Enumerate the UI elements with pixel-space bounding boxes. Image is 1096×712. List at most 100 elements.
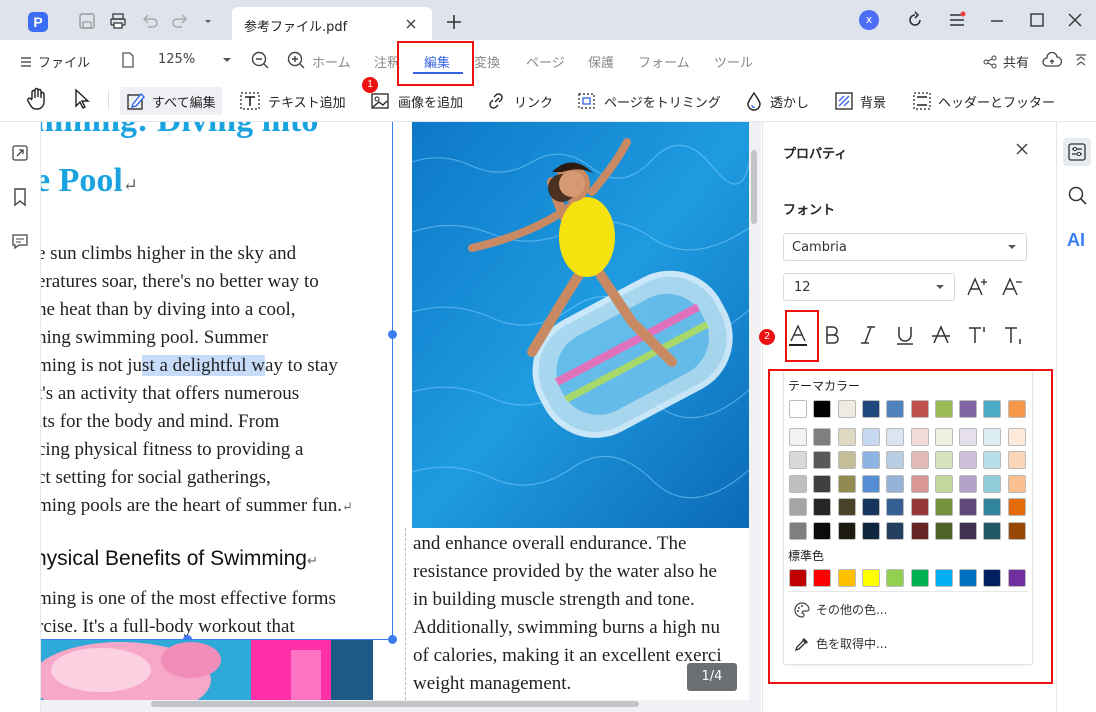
minimize-icon[interactable]: [988, 11, 1006, 29]
zoom-in-icon[interactable]: [287, 51, 305, 69]
theme-color-swatch[interactable]: [934, 498, 953, 517]
avatar[interactable]: x: [859, 10, 879, 30]
close-window-icon[interactable]: [1066, 11, 1084, 29]
bookmark-icon[interactable]: [12, 187, 28, 207]
notifications-menu-icon[interactable]: [948, 11, 966, 29]
background-button[interactable]: 背景: [834, 87, 886, 115]
theme-color-swatch[interactable]: [886, 451, 905, 470]
theme-color-swatch[interactable]: [983, 474, 1002, 493]
crop-page-button[interactable]: ページをトリミング: [576, 87, 721, 115]
theme-color-swatch[interactable]: [837, 498, 856, 517]
theme-color-swatch[interactable]: [959, 522, 978, 540]
theme-color-swatch[interactable]: [1007, 498, 1026, 517]
theme-color-swatch[interactable]: [910, 498, 929, 517]
ai-assistant-icon[interactable]: AI: [1067, 230, 1085, 251]
theme-color-swatch[interactable]: [934, 522, 953, 540]
text-box-selection[interactable]: [41, 122, 393, 640]
theme-color-swatch[interactable]: [837, 451, 856, 470]
theme-color-swatch[interactable]: [837, 474, 856, 493]
theme-color-swatch[interactable]: [886, 474, 905, 493]
theme-color-swatch[interactable]: [837, 427, 856, 446]
cloud-upload-icon[interactable]: [1042, 52, 1062, 68]
bold-icon[interactable]: [823, 325, 841, 345]
font-family-select[interactable]: Cambria: [783, 233, 1027, 261]
theme-color-swatch[interactable]: [886, 427, 905, 446]
link-button[interactable]: リンク: [486, 87, 553, 115]
theme-color-swatch[interactable]: [813, 474, 832, 493]
doc-image-pool[interactable]: [412, 122, 749, 528]
standard-color-swatch[interactable]: [789, 569, 807, 587]
superscript-icon[interactable]: [967, 325, 989, 345]
theme-color-swatch[interactable]: [837, 400, 856, 418]
theme-color-swatch[interactable]: [886, 522, 905, 540]
menu-annotate[interactable]: 注釈: [374, 52, 400, 71]
eyedropper-option[interactable]: 色を取得中...: [794, 635, 887, 652]
subscript-icon[interactable]: [1003, 325, 1025, 345]
undo-icon[interactable]: [141, 12, 159, 30]
maximize-icon[interactable]: [1028, 11, 1046, 29]
new-tab-icon[interactable]: [445, 13, 463, 31]
add-text-button[interactable]: テキスト追加: [240, 87, 346, 115]
theme-color-swatch[interactable]: [934, 400, 953, 418]
theme-color-swatch[interactable]: [886, 400, 905, 418]
theme-color-swatch[interactable]: [934, 427, 953, 446]
font-color-icon[interactable]: [787, 324, 809, 346]
file-menu[interactable]: ファイル: [20, 52, 90, 71]
body-line-right[interactable]: resistance provided by the water also he: [413, 561, 717, 583]
body-line-right[interactable]: in building muscle strength and tone.: [413, 589, 695, 611]
theme-color-swatch[interactable]: [861, 474, 880, 493]
menu-home[interactable]: ホーム: [312, 52, 351, 71]
select-tool-icon[interactable]: [72, 88, 92, 110]
standard-color-swatch[interactable]: [861, 569, 880, 587]
theme-color-swatch[interactable]: [910, 451, 929, 470]
standard-color-swatch[interactable]: [910, 569, 929, 587]
search-icon[interactable]: [1068, 186, 1088, 206]
standard-color-swatch[interactable]: [837, 569, 856, 587]
body-line-right[interactable]: weight management.: [413, 673, 571, 695]
vertical-scrollbar-thumb[interactable]: [751, 150, 757, 224]
standard-color-swatch[interactable]: [959, 569, 978, 587]
resize-handle-corner[interactable]: [388, 635, 397, 644]
zoom-out-icon[interactable]: [251, 51, 269, 69]
theme-color-swatch[interactable]: [983, 498, 1002, 517]
theme-color-swatch[interactable]: [959, 427, 978, 446]
theme-color-swatch[interactable]: [910, 427, 929, 446]
theme-color-swatch[interactable]: [934, 451, 953, 470]
menu-edit[interactable]: 編集: [424, 52, 450, 71]
theme-color-swatch[interactable]: [910, 474, 929, 493]
theme-color-swatch[interactable]: [983, 522, 1002, 540]
theme-color-swatch[interactable]: [983, 451, 1002, 470]
theme-color-swatch[interactable]: [789, 427, 807, 446]
add-image-button[interactable]: 画像を追加: [370, 87, 463, 115]
theme-color-swatch[interactable]: [789, 522, 807, 540]
underline-icon[interactable]: [895, 325, 915, 345]
theme-color-swatch[interactable]: [983, 400, 1002, 418]
theme-color-swatch[interactable]: [934, 474, 953, 493]
theme-color-swatch[interactable]: [1007, 451, 1026, 470]
document-tab[interactable]: 参考ファイル.pdf: [232, 7, 432, 40]
theme-color-swatch[interactable]: [1007, 427, 1026, 446]
theme-color-swatch[interactable]: [861, 427, 880, 446]
print-icon[interactable]: [109, 12, 127, 30]
theme-color-swatch[interactable]: [837, 522, 856, 540]
standard-color-swatch[interactable]: [813, 569, 832, 587]
document-viewport[interactable]: mming: Diving into e Pool↵ e sun climbs …: [41, 122, 761, 712]
italic-icon[interactable]: [859, 325, 877, 345]
quick-access-dropdown-icon[interactable]: [202, 12, 220, 30]
theme-color-swatch[interactable]: [789, 498, 807, 517]
theme-color-swatch[interactable]: [813, 498, 832, 517]
increase-font-size-icon[interactable]: [966, 277, 988, 297]
resize-handle-right[interactable]: [388, 330, 397, 339]
theme-color-swatch[interactable]: [813, 427, 832, 446]
menu-tools[interactable]: ツール: [714, 52, 753, 71]
hand-tool-icon[interactable]: [26, 87, 48, 111]
watermark-button[interactable]: 透かし: [744, 87, 809, 115]
theme-color-swatch[interactable]: [959, 451, 978, 470]
theme-color-swatch[interactable]: [789, 400, 807, 418]
zoom-select[interactable]: 125%: [158, 52, 234, 67]
theme-color-swatch[interactable]: [861, 522, 880, 540]
menu-form[interactable]: フォーム: [638, 52, 690, 71]
theme-color-swatch[interactable]: [789, 474, 807, 493]
theme-color-swatch[interactable]: [813, 451, 832, 470]
theme-color-swatch[interactable]: [1007, 400, 1026, 418]
